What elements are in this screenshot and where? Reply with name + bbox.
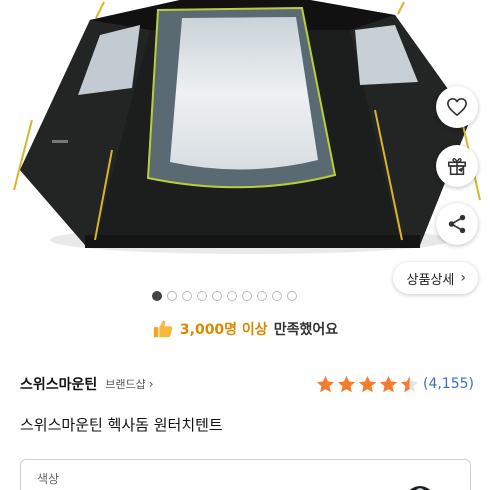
star-icon	[358, 375, 377, 392]
brand-shop-link[interactable]: 브랜드샵	[105, 376, 145, 392]
wishlist-button[interactable]	[436, 86, 478, 128]
carousel-dot[interactable]	[227, 291, 237, 301]
carousel-dot[interactable]	[167, 291, 177, 301]
product-image[interactable]	[0, 0, 490, 280]
rating-stars[interactable]	[316, 375, 419, 394]
carousel-dot[interactable]	[272, 291, 282, 301]
carousel-dot[interactable]	[287, 291, 297, 301]
product-detail-label: 상품상세	[406, 272, 455, 288]
gift-icon	[447, 157, 467, 176]
option-label: 색상	[37, 472, 60, 486]
satisfaction-banner: 3,000명 이상 만족했어요	[0, 318, 490, 340]
product-detail-button[interactable]: 상품상세 ›	[392, 262, 478, 294]
satisfaction-text: 만족했어요	[273, 322, 339, 338]
thumbs-up-icon	[153, 320, 173, 338]
option-thumbnail	[409, 486, 431, 490]
star-icon	[379, 375, 398, 392]
carousel-dot[interactable]	[197, 291, 207, 301]
product-title: 스위스마운틴 헥사돔 원터치텐트	[20, 416, 223, 434]
carousel-dot[interactable]	[242, 291, 252, 301]
star-icon	[316, 375, 335, 392]
tent-illustration	[13, 0, 481, 254]
gift-button[interactable]	[436, 145, 478, 187]
star-icon	[337, 375, 356, 392]
star-icon	[400, 375, 419, 392]
chevron-right-icon: ›	[460, 270, 466, 286]
carousel-indicator	[152, 291, 297, 301]
brand-row: 스위스마운틴 브랜드샵 › (4,155)	[20, 373, 474, 395]
carousel-dot[interactable]	[182, 291, 192, 301]
chevron-right-icon: ›	[148, 377, 154, 391]
share-button[interactable]	[436, 203, 478, 245]
heart-icon	[447, 98, 467, 116]
carousel-dot[interactable]	[152, 291, 162, 301]
carousel-dot[interactable]	[212, 291, 222, 301]
review-count[interactable]: (4,155)	[423, 376, 474, 392]
carousel-dot[interactable]	[257, 291, 267, 301]
color-option-select[interactable]: 색상	[20, 459, 471, 490]
brand-name[interactable]: 스위스마운틴	[20, 374, 97, 394]
satisfaction-count: 3,000명 이상	[179, 322, 268, 338]
share-icon	[448, 214, 466, 234]
